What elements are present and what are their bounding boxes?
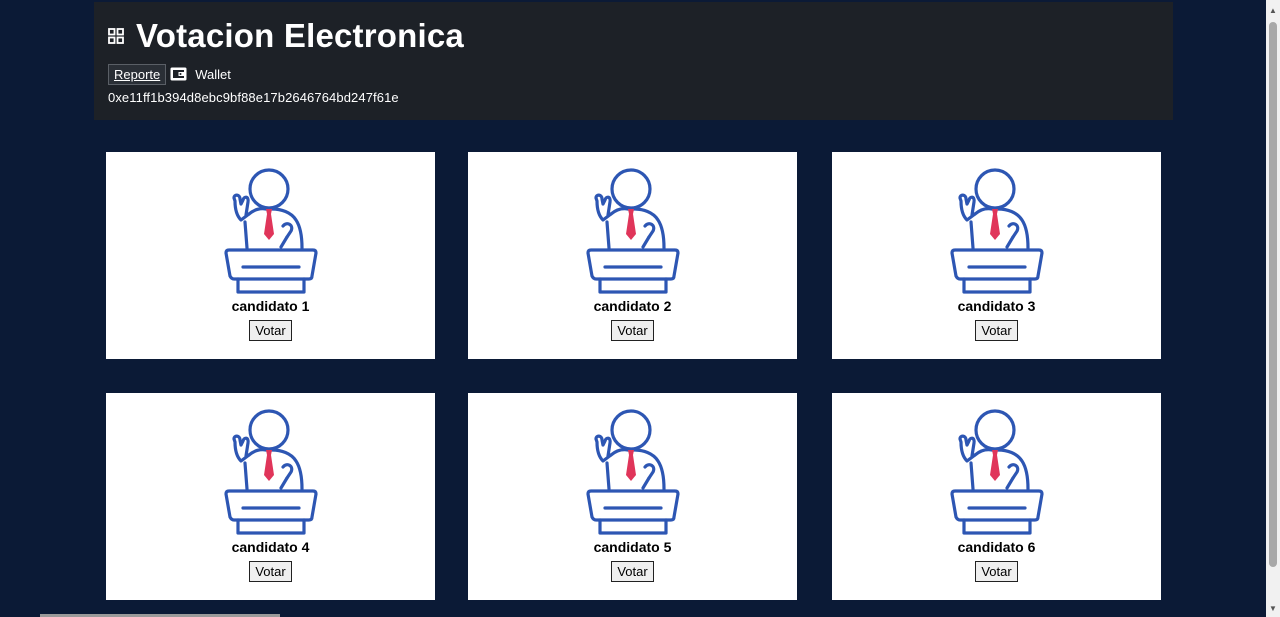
speaker-podium-icon [585,168,680,294]
title-row: Votacion Electronica [108,17,1159,54]
vote-button[interactable]: Votar [975,561,1018,582]
wallet-icon [170,67,187,81]
speaker-podium-icon [949,409,1044,535]
vote-button[interactable]: Votar [611,561,654,582]
vote-button[interactable]: Votar [611,320,654,341]
nav-row: Reporte Wallet [108,62,1159,86]
scrollbar-thumb[interactable] [1269,22,1277,567]
candidate-card: candidato 1 Votar [106,152,435,359]
candidate-name: candidato 3 [957,298,1036,314]
speaker-podium-icon [223,409,318,535]
candidate-name: candidato 4 [231,539,310,555]
candidate-card: candidato 6 Votar [832,393,1161,600]
speaker-podium-icon [223,168,318,294]
vote-button[interactable]: Votar [249,320,292,341]
vote-button[interactable]: Votar [975,320,1018,341]
vertical-scrollbar[interactable]: ▲ ▼ [1266,0,1280,617]
candidate-name: candidato 2 [593,298,672,314]
vote-button[interactable]: Votar [249,561,292,582]
wallet-label[interactable]: Wallet [195,67,231,82]
candidate-card: candidato 5 Votar [468,393,797,600]
candidate-name: candidato 6 [957,539,1036,555]
wallet-address: 0xe11ff1b394d8ebc9bf88e17b2646764bd247f6… [108,90,399,105]
scroll-up-icon[interactable]: ▲ [1269,6,1277,15]
grid-icon [108,28,124,44]
candidate-card: candidato 3 Votar [832,152,1161,359]
report-link[interactable]: Reporte [108,63,167,85]
candidate-card: candidato 2 Votar [468,152,797,359]
app-header: Votacion Electronica Reporte Wallet 0xe1… [94,2,1173,120]
page-title: Votacion Electronica [136,17,464,54]
speaker-podium-icon [949,168,1044,294]
speaker-podium-icon [585,409,680,535]
candidate-name: candidato 5 [593,539,672,555]
candidate-name: candidato 1 [231,298,310,314]
candidate-card: candidato 4 Votar [106,393,435,600]
scroll-down-icon[interactable]: ▼ [1269,604,1277,613]
